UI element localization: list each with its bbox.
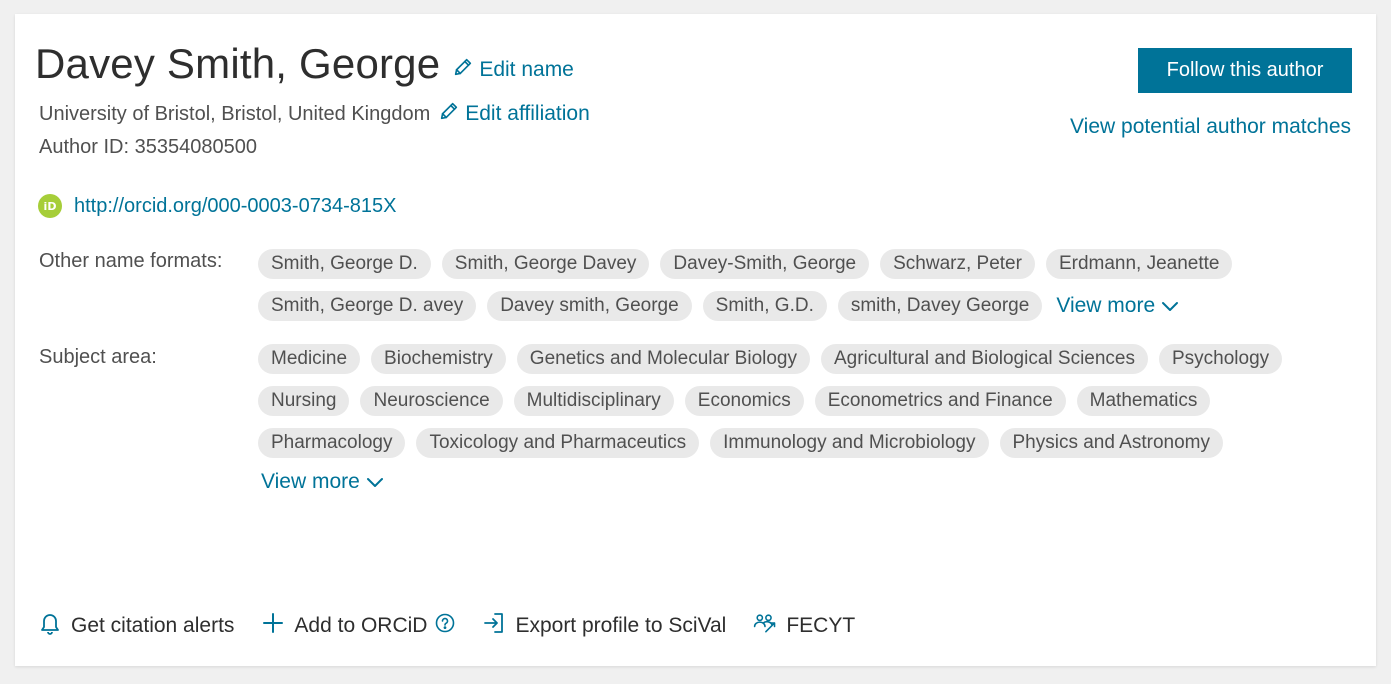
author-id: Author ID: 35354080500	[39, 136, 257, 158]
subject-chip: Psychology	[1159, 344, 1283, 374]
subject-chip: Physics and Astronomy	[999, 428, 1223, 458]
subject-chip: Biochemistry	[371, 344, 506, 374]
citation-alerts-button[interactable]: Get citation alerts	[37, 610, 234, 642]
affiliation-row: University of Bristol, Bristol, United K…	[39, 100, 590, 128]
name-format-chip: Smith, George D.	[258, 249, 431, 279]
name-formats-label: Other name formats:	[39, 250, 223, 272]
subject-chip: Immunology and Microbiology	[710, 428, 989, 458]
subject-chip: Genetics and Molecular Biology	[516, 344, 810, 374]
name-format-chip: Smith, G.D.	[702, 291, 827, 321]
orcid-link[interactable]: http://orcid.org/000-0003-0734-815X	[74, 195, 396, 218]
export-scival-button[interactable]: Export profile to SciVal	[481, 610, 726, 642]
fecyt-button[interactable]: FECYT	[752, 610, 855, 642]
subject-chip: Toxicology and Pharmaceutics	[416, 428, 700, 458]
subject-chip: Econometrics and Finance	[814, 386, 1066, 416]
name-format-chip: Davey-Smith, George	[660, 249, 870, 279]
pencil-icon	[438, 100, 460, 128]
subject-area-label: Subject area:	[39, 346, 157, 368]
bell-icon	[37, 610, 63, 642]
subject-area-list: Medicine Biochemistry Genetics and Molecul…	[258, 344, 1338, 494]
chevron-down-icon	[366, 470, 384, 494]
help-icon[interactable]	[435, 613, 455, 639]
author-name: Davey Smith, George	[35, 40, 441, 87]
orcid-row: iD http://orcid.org/000-0003-0734-815X	[38, 194, 396, 218]
subject-chip: Neuroscience	[360, 386, 503, 416]
subject-chip: Agricultural and Biological Sciences	[821, 344, 1148, 374]
author-profile-card: Davey Smith, George Edit name University…	[15, 14, 1376, 666]
citation-alerts-label: Get citation alerts	[71, 614, 235, 637]
fecyt-label: FECYT	[786, 614, 856, 637]
subject-chip: Mathematics	[1076, 386, 1211, 416]
name-format-chip: Schwarz, Peter	[880, 249, 1035, 279]
pencil-icon	[452, 56, 474, 84]
add-to-orcid-label: Add to ORCiD	[294, 614, 428, 637]
name-format-chip: smith, Davey George	[837, 291, 1043, 321]
view-more-label: View more	[1056, 294, 1156, 317]
affiliation-text: University of Bristol, Bristol, United K…	[39, 102, 431, 125]
orcid-icon: iD	[38, 194, 62, 218]
export-scival-label: Export profile to SciVal	[515, 614, 727, 637]
chevron-down-icon	[1161, 294, 1179, 318]
view-author-matches-link[interactable]: View potential author matches	[1070, 115, 1351, 139]
edit-name-label: Edit name	[479, 58, 574, 81]
name-format-chip: Smith, George D. avey	[258, 291, 477, 321]
edit-affiliation-label: Edit affiliation	[465, 102, 590, 125]
name-format-chip: Smith, George Davey	[441, 249, 650, 279]
view-more-label: View more	[261, 470, 360, 493]
subject-chip: Economics	[684, 386, 804, 416]
subject-chip: Pharmacology	[258, 428, 406, 458]
subject-view-more-link[interactable]: View more	[261, 470, 384, 494]
plus-icon	[260, 610, 286, 642]
subject-chip: Nursing	[258, 386, 350, 416]
edit-affiliation-link[interactable]: Edit affiliation	[438, 100, 590, 128]
add-to-orcid-button[interactable]: Add to ORCiD	[260, 610, 455, 642]
profile-actions-bar: Get citation alerts Add to ORCiD Export …	[37, 610, 855, 642]
edit-name-link[interactable]: Edit name	[452, 56, 574, 84]
fecyt-icon	[752, 610, 778, 642]
name-format-chip: Davey smith, George	[487, 291, 692, 321]
subject-chip: Medicine	[258, 344, 361, 374]
author-name-row: Davey Smith, George Edit name	[35, 40, 574, 88]
subject-chip: Multidisciplinary	[513, 386, 674, 416]
export-icon	[481, 610, 507, 642]
name-formats-view-more-link[interactable]: View more	[1056, 294, 1179, 318]
name-formats-list: Smith, George D. Smith, George Davey Davey…	[258, 249, 1338, 321]
follow-author-button[interactable]: Follow this author	[1138, 48, 1352, 93]
name-format-chip: Erdmann, Jeanette	[1045, 249, 1233, 279]
